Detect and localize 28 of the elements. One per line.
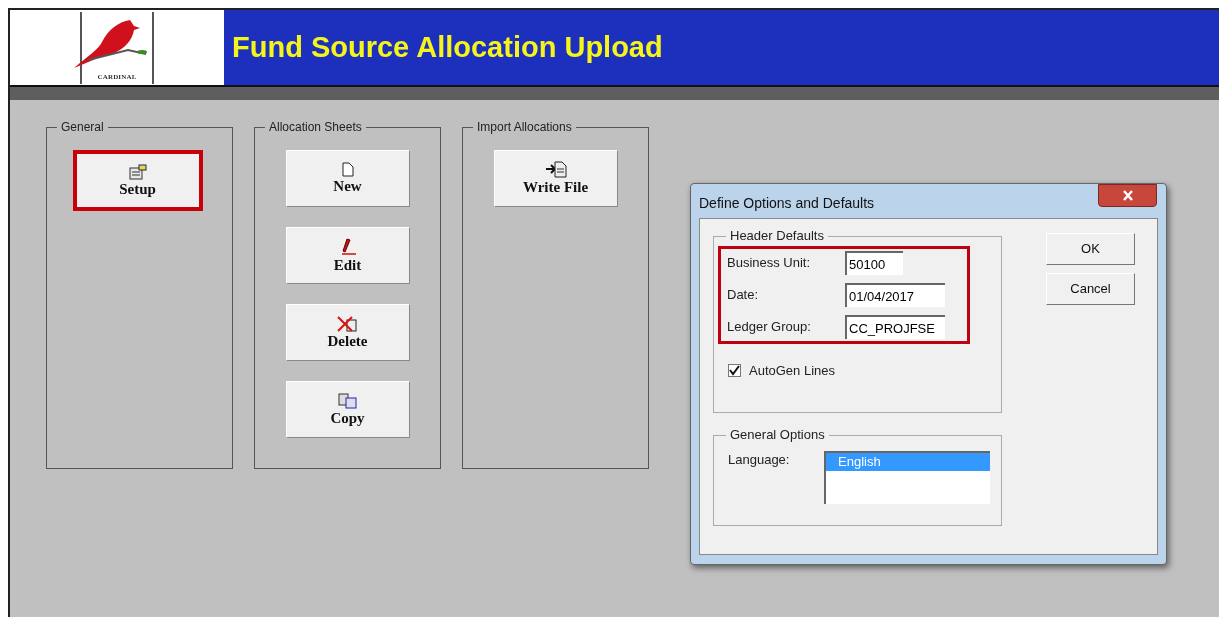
group-title: General Options: [726, 427, 829, 443]
form-icon: [128, 163, 147, 180]
toolbar-button[interactable]: Write File: [493, 150, 618, 207]
document-icon: [341, 162, 354, 177]
group-title: Import Allocations: [473, 119, 576, 135]
dialog-button[interactable]: OK: [1046, 233, 1135, 265]
close-button[interactable]: [1098, 184, 1157, 207]
field-label: Business Unit:: [727, 254, 812, 273]
field-label: Language:: [728, 451, 791, 469]
toolbar-button[interactable]: Delete: [285, 304, 410, 361]
page-title: Fund Source Allocation Upload: [232, 29, 663, 65]
delete-document-icon: [336, 315, 359, 332]
text-field[interactable]: 01/04/2017: [845, 283, 945, 307]
toolbar-button[interactable]: Setup: [72, 150, 203, 211]
toolbar-button[interactable]: Edit: [285, 227, 410, 284]
toolbar-button[interactable]: Copy: [285, 381, 410, 438]
import-document-icon: [544, 161, 567, 178]
field-label: Date:: [727, 286, 760, 305]
copy-icon: [337, 392, 358, 409]
field-label: Ledger Group:: [727, 318, 812, 337]
text-field[interactable]: 50100: [845, 251, 903, 275]
checkbox-label: AutoGen Lines: [749, 362, 835, 380]
dialog-button[interactable]: Cancel: [1046, 273, 1135, 305]
checkbox[interactable]: [728, 364, 741, 378]
dialog-title: Define Options and Defaults: [698, 194, 876, 213]
toolbar-button[interactable]: New: [285, 150, 410, 207]
close-icon: [1121, 190, 1134, 201]
text-field[interactable]: CC_PROJFSE: [845, 315, 945, 339]
